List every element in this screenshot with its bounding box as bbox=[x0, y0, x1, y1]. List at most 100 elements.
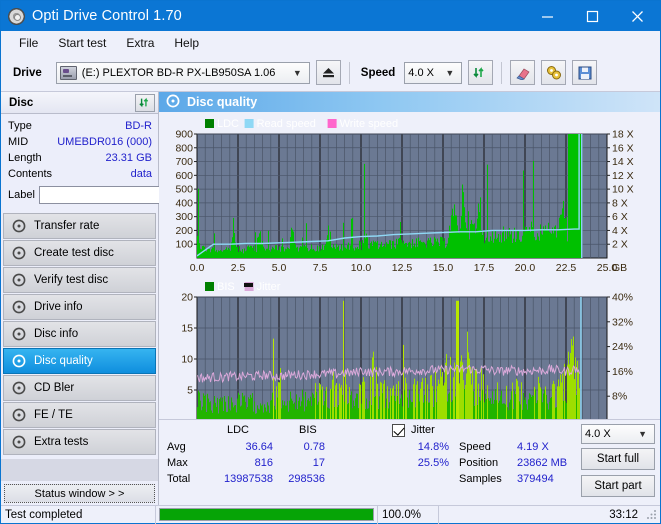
close-icon[interactable] bbox=[615, 1, 660, 31]
menu-item-start-test[interactable]: Start test bbox=[48, 34, 116, 52]
sidebar-item-label: Disc info bbox=[34, 328, 79, 340]
menu-item-file[interactable]: File bbox=[9, 34, 48, 52]
disc-field-contents-value: data bbox=[130, 168, 152, 180]
toolbar-separator bbox=[501, 61, 503, 84]
svg-text:17.5: 17.5 bbox=[474, 262, 495, 274]
drive-toolbar: Drive (E:) PLEXTOR BD-R PX-LB950SA 1.06 … bbox=[1, 54, 660, 92]
disc-icon bbox=[12, 219, 26, 233]
position-stat-label: Position bbox=[459, 457, 499, 469]
sidebar-item-label: Disc quality bbox=[34, 355, 93, 367]
stats-panel: LDC BIS Avg 36.64 0.78 Max 816 17 Total … bbox=[159, 419, 660, 505]
disc-quality-icon bbox=[166, 94, 180, 111]
speed-select[interactable]: 4.0 X ▼ bbox=[404, 61, 463, 84]
sidebar-item-label: Extra tests bbox=[34, 436, 89, 448]
stats-row-avg-ldc: 36.64 bbox=[245, 441, 273, 453]
disc-refresh-button[interactable] bbox=[135, 93, 155, 112]
speed-stat-value: 4.19 X bbox=[517, 441, 549, 453]
minimize-icon[interactable] bbox=[525, 1, 570, 31]
svg-text:6 X: 6 X bbox=[612, 211, 628, 223]
window-controls bbox=[525, 1, 660, 31]
sidebar-item-extra-tests[interactable]: Extra tests bbox=[3, 429, 156, 455]
sidebar-item-transfer-rate[interactable]: Transfer rate bbox=[3, 213, 156, 239]
svg-text:12.5: 12.5 bbox=[392, 262, 413, 274]
disc-label-row: Label bbox=[8, 185, 242, 204]
disc-field-contents-key: Contents bbox=[8, 168, 53, 180]
svg-text:4 X: 4 X bbox=[612, 225, 628, 237]
sidebar-item-cd-bler[interactable]: CD Bler bbox=[3, 375, 156, 401]
sidebar-item-label: Transfer rate bbox=[34, 220, 100, 232]
start-full-button[interactable]: Start full bbox=[581, 448, 655, 470]
disc-field-type-key: Type bbox=[8, 120, 32, 132]
sidebar: Disc Type BD-R MID UMEBDR016 (000) Lengt… bbox=[1, 92, 242, 505]
sidebar-nav: Transfer rate Create test disc Verify te… bbox=[1, 213, 158, 455]
save-button[interactable] bbox=[572, 60, 598, 85]
disc-icon bbox=[12, 327, 26, 341]
disc-field-mid-value: UMEBDR016 (000) bbox=[57, 136, 152, 148]
sidebar-item-disc-info[interactable]: Disc info bbox=[3, 321, 156, 347]
svg-text:Write speed: Write speed bbox=[340, 118, 399, 130]
sidebar-item-label: CD Bler bbox=[34, 382, 75, 394]
svg-text:900: 900 bbox=[175, 129, 193, 141]
svg-text:Jitter: Jitter bbox=[257, 281, 281, 293]
disc-field-length-value: 23.31 GB bbox=[105, 152, 152, 164]
test-speed-value: 4.0 X bbox=[585, 428, 611, 440]
svg-text:800: 800 bbox=[175, 142, 193, 154]
svg-text:2 X: 2 X bbox=[612, 239, 628, 251]
svg-text:20: 20 bbox=[181, 292, 193, 304]
disc-field-length: Length 23.31 GB bbox=[8, 150, 152, 166]
svg-text:300: 300 bbox=[175, 211, 193, 223]
svg-text:16 X: 16 X bbox=[612, 142, 634, 154]
svg-text:7.5: 7.5 bbox=[313, 262, 328, 274]
status-message: Test completed bbox=[1, 505, 156, 524]
disc-icon bbox=[12, 435, 26, 449]
toolbar-separator bbox=[348, 61, 350, 84]
disc-icon bbox=[12, 408, 26, 422]
speed-stat-label: Speed bbox=[459, 441, 491, 453]
disc-section-header: Disc bbox=[1, 92, 158, 114]
svg-text:10.0: 10.0 bbox=[351, 262, 372, 274]
svg-text:10 X: 10 X bbox=[612, 184, 634, 196]
resize-grip-icon[interactable] bbox=[646, 509, 658, 521]
svg-text:8%: 8% bbox=[612, 391, 627, 403]
svg-text:100: 100 bbox=[175, 239, 193, 251]
svg-text:18 X: 18 X bbox=[612, 129, 634, 141]
sidebar-item-create-test-disc[interactable]: Create test disc bbox=[3, 240, 156, 266]
disc-field-type-value: BD-R bbox=[125, 120, 152, 132]
maximize-icon[interactable] bbox=[570, 1, 615, 31]
elapsed-time: 33:12 bbox=[609, 508, 638, 521]
drive-select-value: (E:) PLEXTOR BD-R PX-LB950SA 1.06 bbox=[81, 66, 276, 79]
erase-button[interactable] bbox=[510, 60, 536, 85]
disc-icon bbox=[12, 381, 26, 395]
drive-select[interactable]: (E:) PLEXTOR BD-R PX-LB950SA 1.06 ▼ bbox=[55, 61, 310, 84]
title-bar: Opti Drive Control 1.70 bbox=[1, 1, 660, 31]
sidebar-item-label: FE / TE bbox=[34, 409, 73, 421]
disc-label-key: Label bbox=[8, 188, 35, 201]
jitter-max-value: 25.5% bbox=[417, 457, 449, 469]
sidebar-item-verify-test-disc[interactable]: Verify test disc bbox=[3, 267, 156, 293]
disc-info-panel: Type BD-R MID UMEBDR016 (000) Length 23.… bbox=[1, 114, 242, 209]
sidebar-item-disc-quality[interactable]: Disc quality bbox=[3, 348, 156, 374]
jitter-checkbox[interactable] bbox=[392, 424, 405, 437]
test-speed-select[interactable]: 4.0 X ▼ bbox=[581, 424, 655, 444]
stats-row-total-label: Total bbox=[167, 473, 191, 485]
start-part-button[interactable]: Start part bbox=[581, 475, 655, 497]
stats-row-max-bis: 17 bbox=[312, 457, 325, 469]
menu-item-help[interactable]: Help bbox=[164, 34, 209, 52]
svg-text:500: 500 bbox=[175, 184, 193, 196]
menu-bar: File Start test Extra Help bbox=[1, 31, 660, 54]
menu-item-extra[interactable]: Extra bbox=[116, 34, 164, 52]
disc-icon bbox=[12, 273, 26, 287]
svg-text:0.0: 0.0 bbox=[190, 262, 205, 274]
svg-text:20.0: 20.0 bbox=[515, 262, 536, 274]
eject-button[interactable] bbox=[315, 60, 341, 85]
svg-text:24%: 24% bbox=[612, 341, 633, 353]
svg-text:5.0: 5.0 bbox=[272, 262, 287, 274]
disc-quality-charts[interactable]: LDC Read speed Write speed 100 200 300 400500 6… bbox=[159, 112, 661, 444]
refresh-button[interactable] bbox=[468, 60, 494, 85]
progress-percent: 100.0% bbox=[377, 505, 439, 524]
sidebar-item-drive-info[interactable]: Drive info bbox=[3, 294, 156, 320]
status-window-button[interactable]: Status window > > bbox=[4, 484, 155, 503]
panel-header: Disc quality bbox=[159, 92, 660, 112]
settings-button[interactable] bbox=[541, 60, 567, 85]
sidebar-item-fe-te[interactable]: FE / TE bbox=[3, 402, 156, 428]
